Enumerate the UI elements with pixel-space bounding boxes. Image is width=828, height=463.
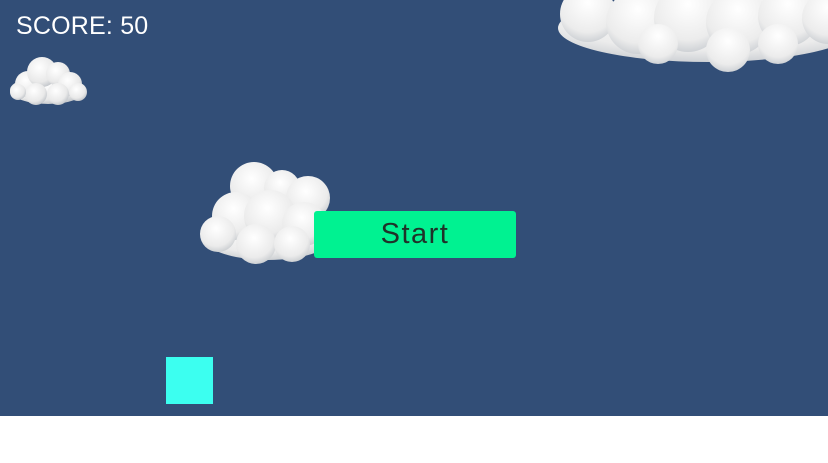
player-block [166,357,213,404]
score-display: SCORE: 50 [16,12,149,40]
cloud-icon [548,0,828,72]
start-button[interactable]: Start [314,211,516,258]
cloud-icon [6,50,90,108]
blank-area-below-game [0,416,828,463]
game-viewport[interactable]: SCORE: 50 Start [0,0,828,416]
